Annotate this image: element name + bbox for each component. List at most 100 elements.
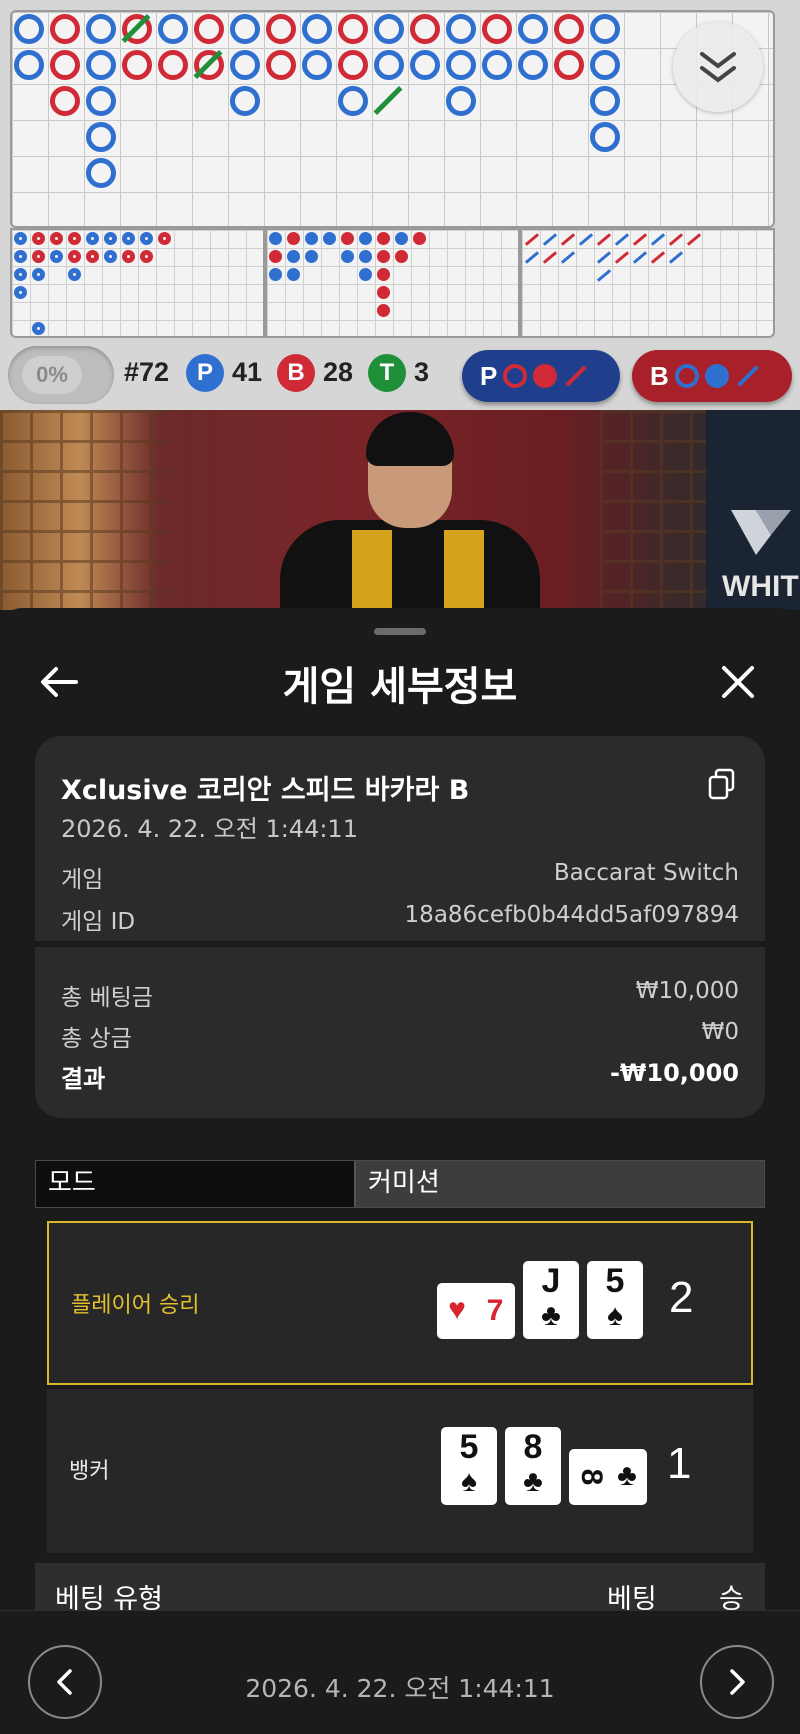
total-win-label: 총 상금 [61, 1026, 132, 1052]
playing-card: 8 ♣ [505, 1427, 561, 1505]
tab-mode[interactable]: 모드 [36, 1161, 354, 1207]
big-road-ring [302, 50, 332, 80]
big-road-ring [86, 50, 116, 80]
small-road-dot [359, 250, 372, 263]
small-road-dot [305, 250, 318, 263]
card-suit: ♠ [607, 1299, 623, 1332]
small-road-dot [359, 232, 372, 245]
predict-slash-icon [565, 365, 587, 387]
big-road-ring [122, 50, 152, 80]
big-road-ring [374, 14, 404, 44]
cockroach-slash [632, 251, 648, 264]
predict-slash-icon [737, 365, 759, 387]
bead-road-ring [14, 268, 27, 281]
bead-road-ring [122, 232, 135, 245]
cockroach-slash [578, 233, 594, 246]
small-road-dot [287, 232, 300, 245]
playing-card: ♥ 7 [437, 1283, 515, 1339]
big-road-ring [230, 50, 260, 80]
bead-road-ring [32, 250, 45, 263]
card-rank: 8 [575, 1468, 608, 1486]
card-suit: ♣ [523, 1465, 543, 1498]
bead-road-ring [122, 250, 135, 263]
bead-road-ring [14, 232, 27, 245]
card-divider [35, 941, 765, 947]
small-road-dot [413, 232, 426, 245]
big-road-ring [518, 50, 548, 80]
player-cards: ♥ 7 J ♣ 5 ♠ [437, 1261, 643, 1339]
copy-button[interactable] [707, 768, 737, 800]
close-icon [722, 666, 754, 698]
copy-icon [708, 768, 735, 800]
game-details-sheet: 게임 세부정보 Xclusive 코리안 스피드 바카라 B 2026. 4. … [0, 608, 800, 1734]
bead-road-ring [14, 250, 27, 263]
big-road-ring [338, 86, 368, 116]
bead-road-ring [32, 268, 45, 281]
tab-commission[interactable]: 커미션 [354, 1161, 764, 1207]
bead-road-ring [50, 232, 63, 245]
bead-road-ring [68, 232, 81, 245]
total-bet-value: ₩10,000 [635, 978, 739, 1004]
predict-ring-icon [674, 364, 699, 388]
player-hand-row: 플레이어 승리 ♥ 7 J ♣ 5 ♠ 2 [47, 1221, 753, 1385]
small-road-dot [359, 268, 372, 281]
predict-ring-icon [503, 364, 528, 388]
big-road-ring [266, 14, 296, 44]
big-road-ring [86, 14, 116, 44]
player-hand-label: 플레이어 승리 [71, 1293, 200, 1318]
cockroach-slash [614, 233, 630, 246]
bead-road-ring [158, 232, 171, 245]
big-road-ring [590, 122, 620, 152]
big-road-ring [590, 50, 620, 80]
card-rank: 5 [605, 1262, 625, 1300]
big-road-ring [50, 86, 80, 116]
big-road-ring [446, 14, 476, 44]
collapse-roadmap-button[interactable] [673, 22, 763, 112]
big-road-ring [158, 14, 188, 44]
card-suit: ♠ [461, 1465, 477, 1498]
live-video-stream[interactable]: WHITE [0, 410, 800, 610]
cockroach-slash [650, 251, 666, 264]
bead-road-ring [32, 232, 45, 245]
cockroach-slash [596, 269, 612, 282]
round-number: #72 [124, 357, 170, 387]
big-road-ring [266, 50, 296, 80]
small-road-dot [377, 232, 390, 245]
predict-player-button[interactable]: P [462, 350, 620, 402]
big-road-ring [86, 86, 116, 116]
banker-badge: B [277, 354, 315, 392]
cockroach-slash [686, 233, 702, 246]
tie-badge: T [368, 354, 406, 392]
game-summary-card: Xclusive 코리안 스피드 바카라 B 2026. 4. 22. 오전 1… [35, 736, 765, 1118]
result-label: 결과 [61, 1065, 106, 1093]
small-road-dot [395, 250, 408, 263]
small-road-dot [269, 268, 282, 281]
predict-dot-icon [533, 364, 558, 388]
player-badge: P [186, 354, 224, 392]
big-road-ring [230, 86, 260, 116]
big-road-ring [14, 50, 44, 80]
big-road-ring [230, 14, 260, 44]
cockroach-road-grid [520, 228, 775, 338]
small-road-dot [269, 232, 282, 245]
big-road-ring [410, 50, 440, 80]
bead-road-grid [10, 228, 265, 338]
shoe-percent-label: 0% [22, 356, 82, 394]
game-timestamp: 2026. 4. 22. 오전 1:44:11 [61, 815, 358, 843]
sheet-drag-handle[interactable] [374, 628, 426, 635]
close-button[interactable] [716, 660, 760, 704]
big-road-ring [50, 50, 80, 80]
big-road-ring [86, 158, 116, 188]
page: { "roadmap": { "shoe_percent": "0%", "ro… [0, 0, 800, 1734]
predict-banker-button[interactable]: B [632, 350, 792, 402]
predict-dot-icon [704, 364, 729, 388]
window-lattice-left [0, 410, 170, 610]
game-id-value: 18a86cefb0b44dd5af097894 [404, 902, 739, 928]
brand-logo-icon [731, 510, 791, 555]
banker-count: 28 [323, 357, 354, 387]
shoe-percent-toggle[interactable]: 0% [8, 346, 114, 404]
small-road-grid [265, 228, 520, 338]
dealer-hair [366, 412, 454, 466]
tie-count: 3 [414, 357, 430, 387]
next-round-button[interactable] [700, 1645, 774, 1719]
